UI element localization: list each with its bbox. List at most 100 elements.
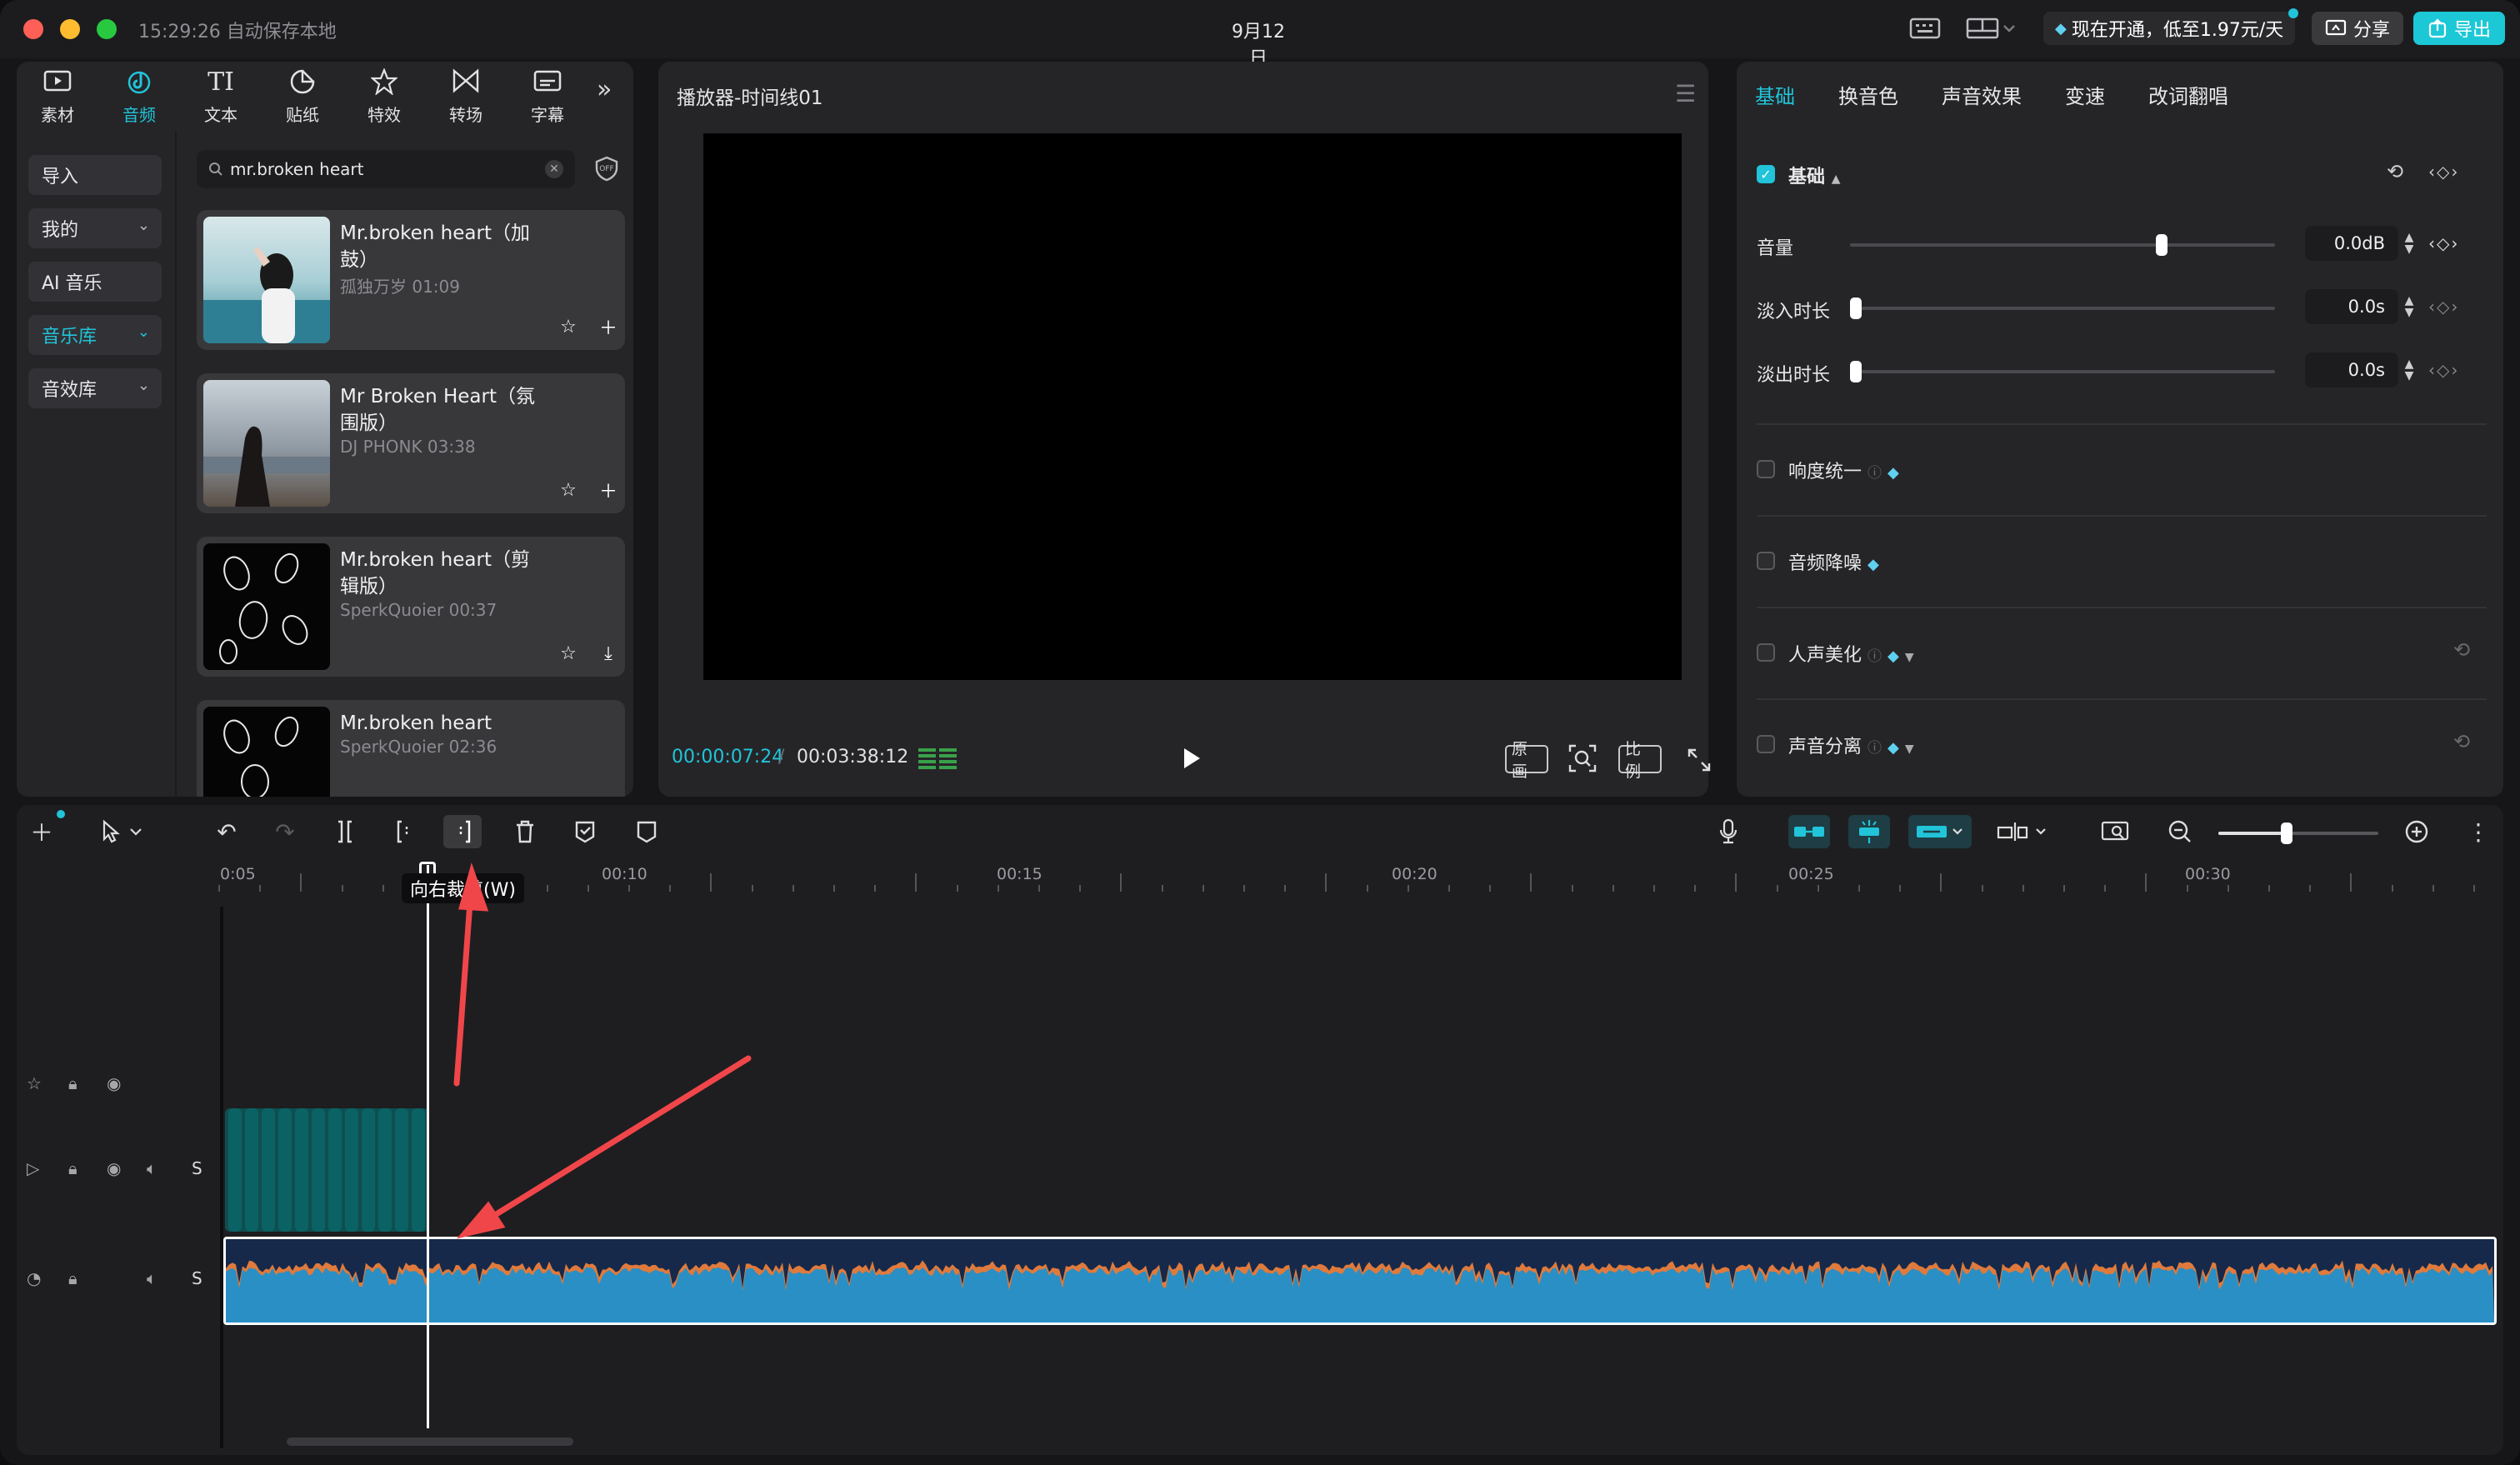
- vip-promo-button[interactable]: ◆ 现在开通，低至1.97元/天: [2043, 8, 2299, 45]
- loudness-normalize-checkbox[interactable]: [1757, 460, 1775, 478]
- fade-out-stepper-icon[interactable]: ▲ ▼: [2400, 352, 2418, 388]
- noise-reduction-checkbox[interactable]: [1757, 552, 1775, 570]
- fade-out-slider-knob[interactable]: [1850, 361, 1862, 382]
- timeline-zoom-knob[interactable]: [2280, 822, 2292, 844]
- favorite-star-icon[interactable]: ☆: [555, 313, 582, 340]
- playhead[interactable]: [427, 865, 429, 1428]
- preview-axis-dropdown[interactable]: [1993, 815, 2055, 848]
- layout-icon[interactable]: [1962, 13, 2022, 43]
- trim-left-icon[interactable]: [388, 815, 422, 848]
- song-card[interactable]: Mr.broken heart（剪辑版） SperkQuoier 00:37 ☆…: [197, 537, 625, 677]
- auto-snap-icon[interactable]: [1848, 815, 1890, 848]
- timeline-ruler[interactable]: 0:05 00:10 00:15 00:20 00:25 00:30: [218, 862, 2503, 892]
- minimize-window-button[interactable]: [60, 19, 80, 39]
- more-tabs-icon[interactable]: »: [597, 75, 612, 104]
- download-icon[interactable]: ⤓: [595, 640, 622, 667]
- delete-icon[interactable]: [508, 815, 542, 848]
- clear-search-icon[interactable]: ✕: [545, 160, 563, 178]
- playhead-handle[interactable]: [419, 862, 436, 873]
- reset-icon[interactable]: ⟲: [2453, 638, 2470, 662]
- volume-slider-knob[interactable]: [2156, 234, 2168, 256]
- favorite-star-icon[interactable]: ☆: [555, 477, 582, 503]
- lock-icon[interactable]: 🔒︎: [68, 1073, 78, 1093]
- copyright-filter-icon[interactable]: OFF: [593, 155, 622, 183]
- zoom-out-icon[interactable]: [2163, 815, 2197, 848]
- close-window-button[interactable]: [23, 19, 43, 39]
- sidebar-item-import[interactable]: 导入: [28, 155, 162, 195]
- tab-transition[interactable]: 转场: [425, 63, 507, 130]
- fade-out-slider[interactable]: [1850, 361, 2275, 382]
- song-card[interactable]: Mr.broken heart（加鼓） 孤独万岁 01:09 ☆ ＋: [197, 210, 625, 350]
- audio-clip[interactable]: [223, 1237, 2497, 1325]
- fade-in-value-field[interactable]: 0.0s: [2305, 289, 2398, 324]
- reset-icon[interactable]: ⟲: [2453, 730, 2470, 753]
- volume-value-field[interactable]: 0.0dB: [2305, 226, 2398, 261]
- fade-in-slider-knob[interactable]: [1850, 298, 1862, 319]
- trim-right-button[interactable]: [443, 815, 482, 848]
- tab-media[interactable]: 素材: [17, 63, 98, 130]
- tab-effects[interactable]: 特效: [343, 63, 425, 130]
- solo-toggle[interactable]: S: [192, 1268, 202, 1288]
- solo-toggle[interactable]: S: [192, 1158, 202, 1178]
- favorite-star-icon[interactable]: ☆: [555, 640, 582, 667]
- more-options-icon[interactable]: ⋮: [2465, 815, 2492, 848]
- aspect-ratio-button[interactable]: 比例: [1618, 740, 1662, 781]
- timeline-zoom-slider[interactable]: [2218, 822, 2378, 844]
- menu-icon[interactable]: ☰: [1675, 80, 1696, 108]
- original-quality-button[interactable]: 原画: [1505, 740, 1548, 781]
- voice-separation-checkbox[interactable]: [1757, 735, 1775, 753]
- fade-in-stepper-icon[interactable]: ▲ ▼: [2400, 289, 2418, 324]
- video-clip[interactable]: [225, 1108, 428, 1232]
- lock-icon[interactable]: 🔒︎: [68, 1268, 78, 1288]
- voice-enhance-checkbox[interactable]: [1757, 643, 1775, 662]
- song-card[interactable]: Mr Broken Heart（氛围版） DJ PHONK 03:38 ☆ ＋: [197, 373, 625, 513]
- tab-text[interactable]: TI 文本: [180, 63, 262, 130]
- tab-sticker[interactable]: 贴纸: [262, 63, 343, 130]
- shield-icon[interactable]: [630, 815, 663, 848]
- eye-icon[interactable]: ◉: [107, 1073, 121, 1093]
- maximize-window-button[interactable]: [97, 19, 117, 39]
- redo-icon[interactable]: ↷: [268, 815, 302, 848]
- eye-icon[interactable]: ◉: [107, 1158, 121, 1178]
- keyboard-icon[interactable]: [1907, 13, 1943, 43]
- share-button[interactable]: 分享: [2312, 12, 2403, 45]
- add-track-button[interactable]: ＋: [595, 477, 622, 503]
- tab-voice-changer[interactable]: 换音色: [1838, 80, 1898, 109]
- basic-section-checkbox[interactable]: ✓: [1757, 165, 1775, 183]
- microphone-icon[interactable]: [1712, 815, 1745, 848]
- preview-screen[interactable]: [703, 133, 1682, 680]
- sidebar-item-sound-effects[interactable]: 音效库 ⌄: [28, 368, 162, 408]
- song-card[interactable]: Mr.broken heart SperkQuoier 02:36: [197, 700, 625, 797]
- sidebar-item-music-library[interactable]: 音乐库 ⌄: [28, 315, 162, 355]
- music-search-input[interactable]: mr.broken heart ✕: [197, 150, 575, 188]
- tab-sound-effects[interactable]: 声音效果: [1942, 80, 2022, 109]
- fade-out-value-field[interactable]: 0.0s: [2305, 352, 2398, 388]
- linkage-dropdown[interactable]: [1908, 815, 1972, 848]
- add-track-icon[interactable]: ＋: [25, 815, 58, 848]
- select-tool-icon[interactable]: [93, 815, 152, 848]
- volume-slider[interactable]: [1850, 234, 2275, 256]
- keyframe-icon[interactable]: ‹◇›: [2428, 297, 2459, 317]
- fade-in-slider[interactable]: [1850, 298, 2275, 319]
- keyframe-icon[interactable]: ‹◇›: [2428, 233, 2459, 253]
- speaker-icon[interactable]: 🔈︎: [147, 1268, 157, 1288]
- sidebar-item-mine[interactable]: 我的 ⌄: [28, 208, 162, 248]
- split-icon[interactable]: [328, 815, 362, 848]
- sidebar-item-ai-music[interactable]: AI 音乐: [28, 262, 162, 302]
- undo-icon[interactable]: ↶: [210, 815, 243, 848]
- keyframe-icon[interactable]: ‹◇›: [2428, 162, 2459, 182]
- tab-speed[interactable]: 变速: [2065, 80, 2105, 109]
- volume-stepper-icon[interactable]: ▲ ▼: [2400, 226, 2418, 261]
- reset-icon[interactable]: ⟲: [2387, 160, 2403, 183]
- timeline-preview-icon[interactable]: [2098, 815, 2132, 848]
- tab-basic[interactable]: 基础: [1755, 80, 1795, 109]
- zoom-preview-icon[interactable]: [1567, 742, 1598, 775]
- fullscreen-icon[interactable]: [1685, 743, 1713, 777]
- tab-subtitle[interactable]: 字幕: [507, 63, 588, 130]
- play-button[interactable]: [1182, 747, 1203, 772]
- timeline-horizontal-scrollbar[interactable]: [287, 1438, 573, 1446]
- speaker-icon[interactable]: 🔈︎: [147, 1158, 157, 1178]
- main-track-magnet-icon[interactable]: [1788, 815, 1830, 848]
- keyframe-icon[interactable]: ‹◇›: [2428, 360, 2459, 380]
- lock-icon[interactable]: 🔒︎: [68, 1158, 78, 1178]
